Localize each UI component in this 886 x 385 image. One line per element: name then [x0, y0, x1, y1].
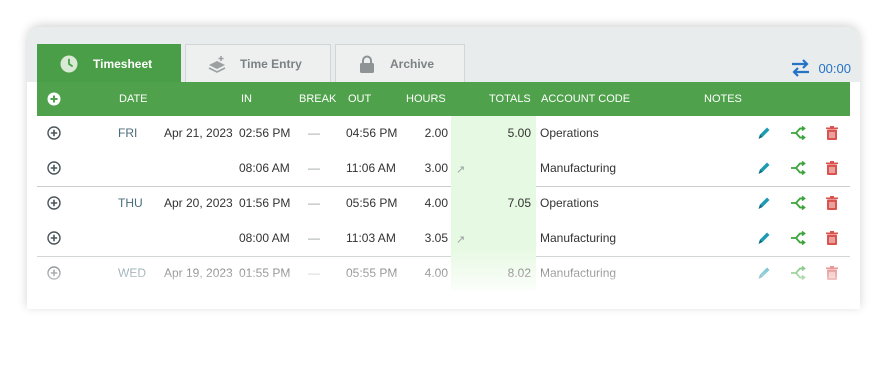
- row-break[interactable]: —: [308, 266, 320, 280]
- delete-trash-icon[interactable]: [824, 125, 840, 141]
- table-row[interactable]: WED Apr 19, 2023 01:55 PM — 05:55 PM 4.0…: [37, 256, 850, 291]
- column-header-account-code[interactable]: ACCOUNT CODE: [541, 93, 630, 105]
- delete-trash-icon[interactable]: [824, 265, 840, 281]
- tab-time-entry[interactable]: Time Entry: [185, 44, 331, 82]
- column-header-out[interactable]: OUT: [348, 93, 371, 105]
- table-row[interactable]: 08:00 AM — 11:03 AM 3.05 ↗ Manufacturing: [37, 221, 850, 256]
- column-header-break[interactable]: BREAK: [299, 93, 336, 105]
- row-hours: 4.00: [424, 196, 448, 210]
- table-row[interactable]: 08:06 AM — 11:06 AM 3.00 ↗ Manufacturing: [37, 151, 850, 186]
- row-out-time[interactable]: 04:56 PM: [346, 126, 397, 140]
- sync-time: 00:00: [818, 60, 851, 76]
- row-account-code[interactable]: Operations: [540, 196, 599, 210]
- add-entry-icon[interactable]: [47, 161, 61, 175]
- row-day: WED: [118, 266, 146, 280]
- row-account-code[interactable]: Manufacturing: [540, 266, 616, 280]
- clock-icon: [60, 55, 78, 73]
- row-total: 5.00: [507, 126, 531, 140]
- table-row[interactable]: THU Apr 20, 2023 01:56 PM — 05:56 PM 4.0…: [37, 186, 850, 221]
- edit-pencil-icon[interactable]: [756, 195, 772, 211]
- row-total: 7.05: [507, 196, 531, 210]
- tab-label: Time Entry: [240, 57, 302, 71]
- column-header-notes[interactable]: NOTES: [704, 93, 742, 105]
- add-entry-icon[interactable]: [47, 196, 61, 210]
- lock-icon: [360, 55, 374, 73]
- edit-pencil-icon[interactable]: [756, 125, 772, 141]
- row-note-marker: ↗: [456, 234, 466, 246]
- row-account-code[interactable]: Manufacturing: [540, 161, 616, 175]
- row-day: THU: [118, 196, 143, 210]
- column-header-hours[interactable]: HOURS: [406, 93, 446, 105]
- column-header-totals[interactable]: TOTALS: [489, 93, 531, 105]
- row-date: Apr 21, 2023: [164, 126, 233, 140]
- tab-archive[interactable]: Archive: [335, 44, 465, 82]
- row-hours: 2.00: [424, 126, 448, 140]
- row-break[interactable]: —: [308, 161, 320, 175]
- row-day: FRI: [118, 126, 138, 140]
- row-account-code[interactable]: Manufacturing: [540, 231, 616, 245]
- column-header-date[interactable]: DATE: [119, 93, 148, 105]
- split-entry-icon[interactable]: [790, 265, 806, 281]
- edit-pencil-icon[interactable]: [756, 230, 772, 246]
- row-date: Apr 20, 2023: [164, 196, 233, 210]
- sync-status[interactable]: 00:00: [791, 58, 851, 78]
- swap-arrows-icon[interactable]: [791, 59, 810, 77]
- row-note-marker: ↗: [456, 164, 466, 176]
- row-account-code[interactable]: Operations: [540, 126, 599, 140]
- add-entry-icon[interactable]: [47, 126, 61, 140]
- table-row[interactable]: FRI Apr 21, 2023 02:56 PM — 04:56 PM 2.0…: [37, 116, 850, 151]
- add-entry-icon[interactable]: [47, 266, 61, 280]
- edit-pencil-icon[interactable]: [756, 160, 772, 176]
- delete-trash-icon[interactable]: [824, 195, 840, 211]
- row-in-time[interactable]: 08:00 AM: [239, 231, 290, 245]
- add-entry-icon[interactable]: [47, 231, 61, 245]
- tab-bar: Timesheet Time Entry Archive 00:00: [27, 27, 860, 82]
- tab-label: Timesheet: [93, 57, 153, 71]
- row-hours: 3.05: [424, 231, 448, 245]
- split-entry-icon[interactable]: [790, 230, 806, 246]
- row-out-time[interactable]: 11:03 AM: [346, 231, 396, 245]
- add-row-icon[interactable]: [47, 92, 61, 106]
- row-in-time[interactable]: 01:55 PM: [239, 266, 290, 280]
- delete-trash-icon[interactable]: [824, 230, 840, 246]
- row-break[interactable]: —: [308, 126, 320, 140]
- row-hours: 4.00: [424, 266, 448, 280]
- row-in-time[interactable]: 01:56 PM: [239, 196, 290, 210]
- row-total: 8.02: [507, 266, 531, 280]
- row-out-time[interactable]: 05:55 PM: [346, 266, 397, 280]
- tab-timesheet[interactable]: Timesheet: [37, 44, 181, 82]
- row-break[interactable]: —: [308, 231, 320, 245]
- stack-icon: [208, 56, 226, 73]
- split-entry-icon[interactable]: [790, 160, 806, 176]
- edit-pencil-icon[interactable]: [756, 265, 772, 281]
- row-break[interactable]: —: [308, 196, 320, 210]
- row-out-time[interactable]: 05:56 PM: [346, 196, 397, 210]
- split-entry-icon[interactable]: [790, 195, 806, 211]
- delete-trash-icon[interactable]: [824, 160, 840, 176]
- tab-label: Archive: [390, 57, 435, 71]
- row-hours: 3.00: [424, 161, 448, 175]
- timesheet-panel: Timesheet Time Entry Archive 00:00 DATE …: [27, 27, 860, 309]
- row-in-time[interactable]: 02:56 PM: [239, 126, 290, 140]
- row-out-time[interactable]: 11:06 AM: [346, 161, 396, 175]
- split-entry-icon[interactable]: [790, 125, 806, 141]
- column-header-in[interactable]: IN: [241, 93, 252, 105]
- table-header: DATE IN BREAK OUT HOURS TOTALS ACCOUNT C…: [37, 82, 850, 116]
- row-in-time[interactable]: 08:06 AM: [239, 161, 290, 175]
- row-date: Apr 19, 2023: [164, 266, 233, 280]
